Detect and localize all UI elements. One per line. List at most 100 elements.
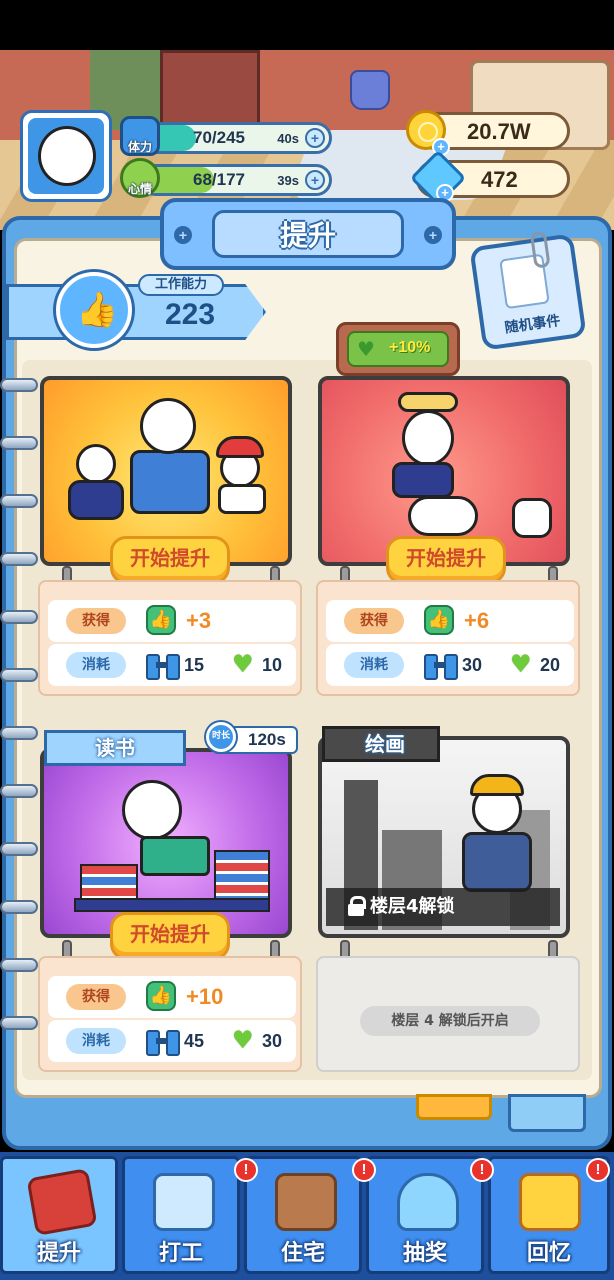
ability-label: 工作能力	[138, 274, 224, 296]
stamina-cost: 15	[184, 655, 205, 675]
nav-tab-gacha[interactable]: 抽奖	[366, 1156, 484, 1274]
heart-icon: ♥	[232, 1026, 254, 1054]
lock-text: 楼层4解锁	[370, 896, 455, 917]
figure-body	[130, 450, 210, 514]
cost-row: 消耗 45 ♥ 30	[48, 1020, 296, 1062]
alert-badge: !	[234, 1158, 258, 1182]
gain-value: +3	[186, 608, 212, 633]
card-3-title: 读书	[44, 730, 186, 766]
gain-row: 获得 👍 +3	[48, 600, 296, 642]
dumbbell-icon	[146, 1030, 180, 1056]
random-event-button[interactable]: 随机事件	[469, 230, 587, 351]
mood-label: 心情	[127, 182, 152, 196]
heart-up-icon: ♥	[357, 337, 375, 361]
nav-tab-upgrade[interactable]: 提升	[0, 1156, 118, 1274]
mood-add-button[interactable]: +	[305, 170, 325, 190]
ring-icon	[0, 958, 38, 972]
ability-value: 223	[164, 298, 216, 331]
worker-body	[462, 832, 532, 892]
activity-card-3-image[interactable]	[40, 748, 292, 938]
monitor-icon	[153, 1173, 215, 1231]
camera-icon	[519, 1173, 581, 1231]
alert-badge: !	[586, 1158, 610, 1182]
stamina-cost: 45	[184, 1031, 205, 1051]
book-stack-icon	[80, 864, 138, 900]
thumbs-up-icon: 👍	[424, 605, 454, 635]
ring-icon	[0, 552, 38, 566]
figure-legs	[408, 496, 478, 536]
gain-label: 获得	[344, 608, 404, 634]
cost-row: 消耗 15 ♥ 10	[48, 644, 296, 686]
gacha-icon	[397, 1173, 459, 1231]
lock-banner: 楼层4解锁	[326, 888, 560, 926]
thumbs-up-icon: 👍	[146, 981, 176, 1011]
ring-icon	[0, 726, 38, 740]
gain-value: +6	[464, 608, 490, 633]
status-bar	[0, 0, 614, 50]
open-book-icon	[140, 836, 210, 876]
stamina-bar: 70/245 40s +	[140, 122, 332, 154]
mood-cost: 30	[262, 1031, 283, 1051]
gain-label: 获得	[66, 608, 126, 634]
book-icon	[26, 1168, 98, 1236]
mood-bar: 68/177 39s +	[140, 164, 332, 196]
clock-icon: 时长	[206, 722, 236, 752]
stamina-label: 体力	[127, 140, 152, 154]
figure-head	[402, 410, 454, 466]
hard-hat-icon	[470, 774, 524, 796]
random-event-label: 随机事件	[503, 312, 562, 337]
child-body-left	[68, 480, 124, 520]
ring-icon	[0, 436, 38, 450]
ring-icon	[0, 378, 38, 392]
thumbs-up-icon: 👍	[76, 290, 119, 330]
nav-tab-house[interactable]: 住宅	[244, 1156, 362, 1274]
nav-tab-work[interactable]: 打工	[122, 1156, 240, 1274]
cost-row: 消耗 30 ♥ 20	[326, 644, 574, 686]
ring-icon	[0, 842, 38, 856]
gain-row: 获得 👍 +10	[48, 976, 296, 1018]
basket-icon	[398, 392, 458, 412]
stamina-cost: 30	[462, 655, 483, 675]
card-3-info: 获得 👍 +10 消耗 45 ♥ 30	[38, 956, 302, 1072]
start-upgrade-button-1[interactable]: 开始提升	[110, 536, 230, 584]
alert-badge: !	[470, 1158, 494, 1182]
alert-badge: !	[352, 1158, 376, 1182]
ring-icon	[0, 494, 38, 508]
stamina-add-button[interactable]: +	[305, 128, 325, 148]
bonus-tag: ♥ +10%	[336, 322, 460, 376]
stamina-timer: 40s	[277, 131, 299, 146]
ring-icon	[0, 1016, 38, 1030]
stamina-value: 70/245	[193, 128, 245, 147]
start-upgrade-button-2[interactable]: 开始提升	[386, 536, 506, 584]
coin-amount: 20.7W	[467, 119, 531, 144]
ring-icon	[0, 900, 38, 914]
plus-icon: +	[174, 226, 192, 244]
ring-icon	[0, 784, 38, 798]
plus-icon: +	[424, 226, 442, 244]
desk	[74, 898, 270, 912]
book-stack-icon	[214, 850, 270, 900]
avatar-face	[38, 126, 96, 186]
cost-label: 消耗	[344, 652, 404, 678]
thumbs-up-badge-icon: 👍	[56, 272, 132, 348]
house-icon	[275, 1173, 337, 1231]
nav-label-memory: 回忆	[526, 1241, 571, 1266]
page-tab-blue	[508, 1094, 586, 1132]
ring-icon	[0, 610, 38, 624]
lock-icon	[348, 896, 366, 916]
player-avatar[interactable]	[20, 110, 112, 202]
panel-title-banner: 提升 + +	[160, 198, 456, 270]
heart-icon: ♥	[232, 650, 254, 678]
start-upgrade-button-3[interactable]: 开始提升	[110, 912, 230, 960]
ring-icon	[0, 668, 38, 682]
figure-body	[392, 462, 454, 498]
cost-label: 消耗	[66, 652, 126, 678]
red-hat	[216, 436, 264, 458]
locked-message: 楼层 4 解锁后开启	[360, 1006, 540, 1036]
cat-icon	[512, 498, 552, 538]
mood-value: 68/177	[193, 170, 245, 189]
dumbbell-icon	[424, 654, 458, 680]
heart-icon: 心情	[120, 158, 160, 198]
page-tab-orange	[416, 1094, 492, 1120]
cost-label: 消耗	[66, 1028, 126, 1054]
